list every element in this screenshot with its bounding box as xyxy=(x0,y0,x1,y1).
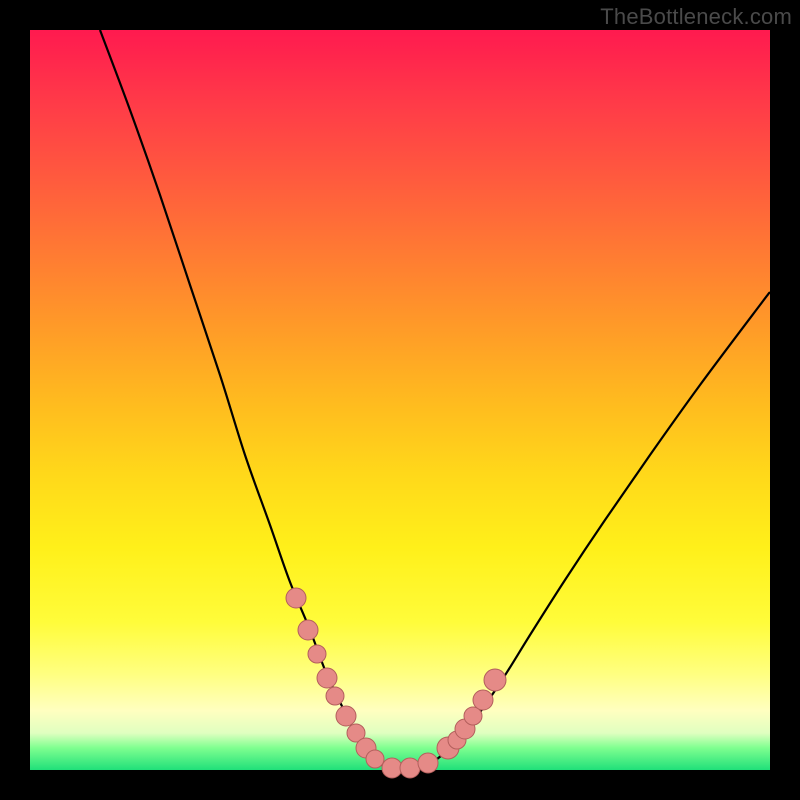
watermark-text: TheBottleneck.com xyxy=(600,4,792,30)
chart-plot-area xyxy=(30,30,770,770)
data-dot xyxy=(317,668,337,688)
chart-svg xyxy=(30,30,770,770)
data-dot xyxy=(326,687,344,705)
data-dot xyxy=(336,706,356,726)
data-dot xyxy=(308,645,326,663)
bottleneck-curve xyxy=(100,30,770,769)
data-dot xyxy=(382,758,402,778)
data-dot xyxy=(400,758,420,778)
data-dot xyxy=(366,750,384,768)
data-dot xyxy=(418,753,438,773)
data-dots xyxy=(286,588,506,778)
chart-frame: TheBottleneck.com xyxy=(0,0,800,800)
data-dot xyxy=(473,690,493,710)
data-dot xyxy=(484,669,506,691)
data-dot xyxy=(298,620,318,640)
data-dot xyxy=(286,588,306,608)
